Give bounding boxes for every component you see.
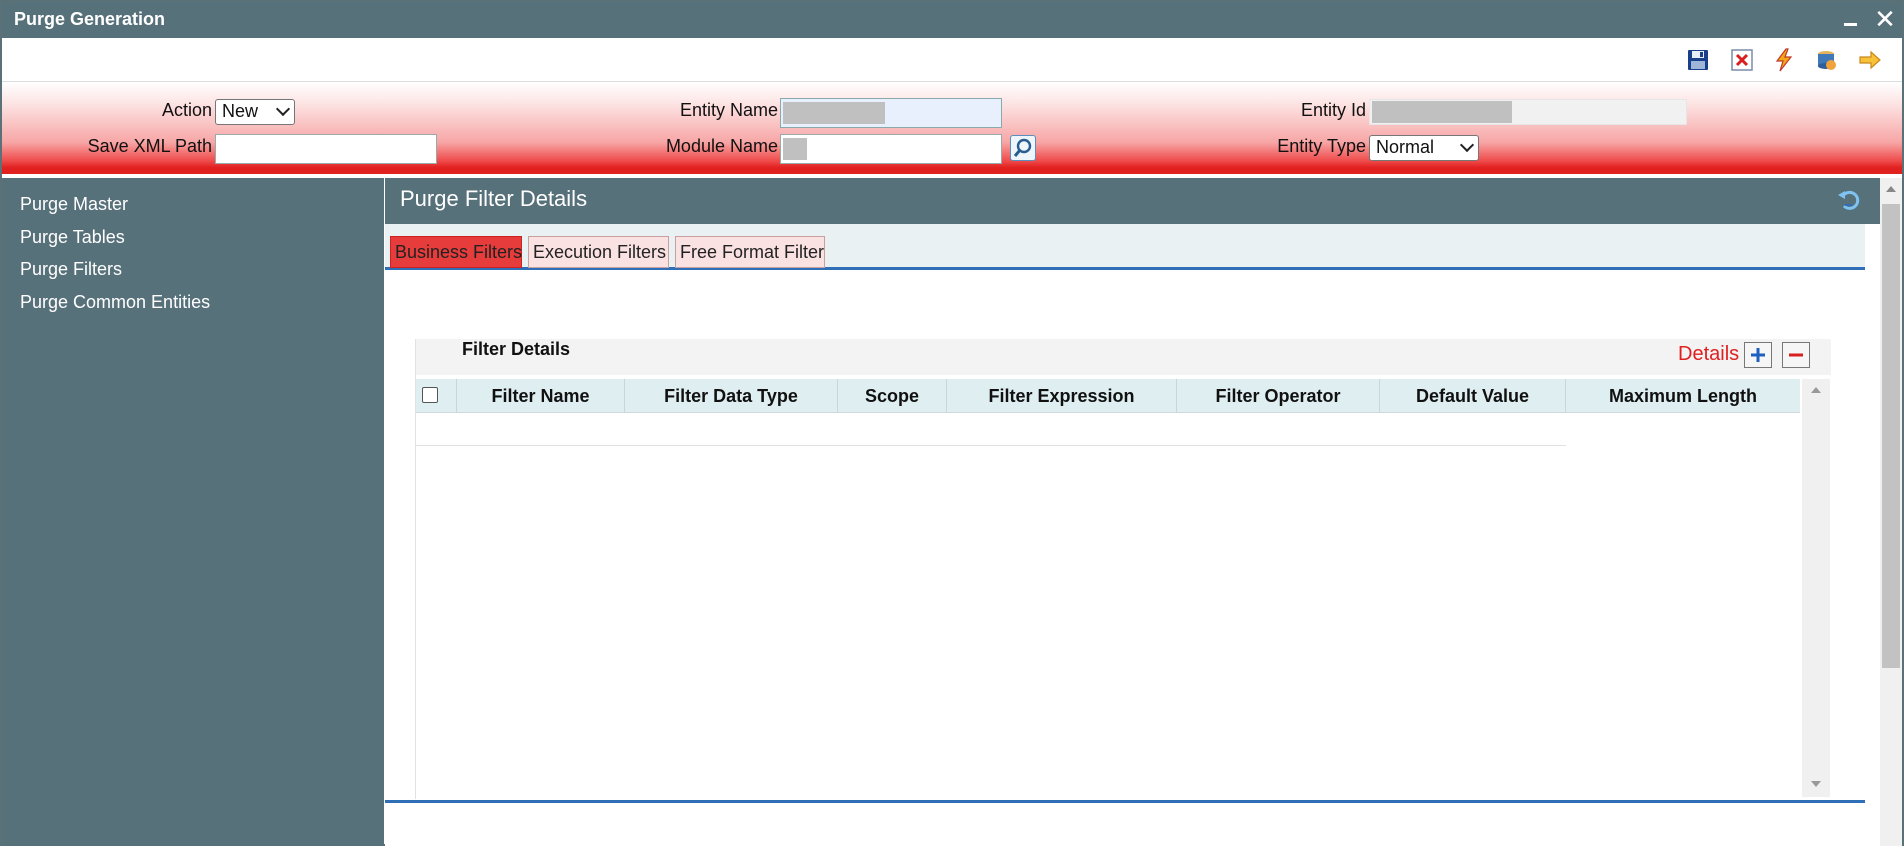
column-default-value[interactable]: Default Value bbox=[1379, 379, 1565, 413]
entity-id-label: Entity Id bbox=[1300, 100, 1366, 120]
save-xml-path-label: Save XML Path bbox=[87, 136, 212, 156]
header-divider bbox=[2, 168, 1902, 174]
details-link[interactable]: Details bbox=[1678, 343, 1739, 366]
purge-generation-window: Purge Generation ✕ Action New Save XML P… bbox=[0, 0, 1904, 846]
save-icon[interactable] bbox=[1686, 48, 1710, 72]
toolbar bbox=[2, 38, 1902, 82]
tabs-strip: Business Filters Execution Filters Free … bbox=[385, 224, 1865, 270]
sidebar-item-purge-common-entities[interactable]: Purge Common Entities bbox=[20, 292, 210, 313]
entity-name-label: Entity Name bbox=[679, 100, 778, 120]
tab-business-filters[interactable]: Business Filters bbox=[390, 236, 522, 268]
panel-bottom-divider bbox=[385, 800, 1865, 803]
remove-row-button[interactable] bbox=[1782, 342, 1810, 368]
column-filter-expression[interactable]: Filter Expression bbox=[946, 379, 1176, 413]
close-window-button[interactable]: ✕ bbox=[1872, 5, 1898, 33]
filter-grid-header: Filter Name Filter Data Type Scope Filte… bbox=[416, 379, 1800, 413]
minimize-button[interactable] bbox=[1840, 8, 1862, 30]
module-name-value-redacted bbox=[783, 138, 807, 160]
action-select-value: New bbox=[222, 101, 259, 121]
section-title: Purge Filter Details bbox=[400, 186, 588, 211]
refresh-icon[interactable] bbox=[1835, 186, 1863, 214]
select-all-column bbox=[416, 379, 456, 413]
module-name-label: Module Name bbox=[665, 136, 778, 156]
filter-details-panel: Filter Details Details Filter Name Filte… bbox=[415, 339, 1831, 799]
delete-icon[interactable] bbox=[1730, 48, 1754, 72]
header-form: Action New Save XML Path Entity Name Mod… bbox=[2, 82, 1902, 168]
scroll-down-icon[interactable] bbox=[1811, 781, 1821, 787]
main-scrollbar[interactable] bbox=[1880, 178, 1902, 846]
grid-scrollbar[interactable] bbox=[1802, 379, 1830, 797]
tab-free-format-filter[interactable]: Free Format Filter bbox=[675, 236, 825, 268]
sidebar-item-purge-filters[interactable]: Purge Filters bbox=[20, 259, 122, 280]
sidebar-item-purge-tables[interactable]: Purge Tables bbox=[20, 227, 125, 248]
entity-id-input bbox=[1369, 99, 1687, 125]
entity-name-value-redacted bbox=[783, 102, 885, 124]
entity-type-select[interactable]: Normal bbox=[1369, 135, 1479, 161]
chevron-down-icon bbox=[1459, 137, 1475, 153]
entity-id-value-redacted bbox=[1372, 101, 1512, 123]
entity-type-select-value: Normal bbox=[1376, 137, 1435, 157]
sidebar-item-purge-master[interactable]: Purge Master bbox=[20, 194, 128, 215]
table-row bbox=[416, 414, 1566, 446]
action-select[interactable]: New bbox=[215, 99, 295, 125]
database-icon[interactable] bbox=[1814, 48, 1838, 72]
column-filter-name[interactable]: Filter Name bbox=[456, 379, 624, 413]
column-scope[interactable]: Scope bbox=[837, 379, 946, 413]
module-lookup-button[interactable] bbox=[1010, 135, 1036, 161]
chevron-down-icon bbox=[275, 101, 291, 117]
column-filter-operator[interactable]: Filter Operator bbox=[1176, 379, 1379, 413]
title-bar: Purge Generation ✕ bbox=[2, 2, 1902, 38]
sidebar: Purge Master Purge Tables Purge Filters … bbox=[2, 178, 384, 846]
scrollbar-thumb[interactable] bbox=[1882, 204, 1900, 668]
main-content: Purge Filter Details Business Filters Ex… bbox=[385, 178, 1880, 846]
search-icon bbox=[1013, 138, 1032, 157]
scroll-up-icon[interactable] bbox=[1811, 387, 1821, 393]
filter-details-title: Filter Details bbox=[462, 339, 571, 359]
window-title: Purge Generation bbox=[14, 9, 166, 29]
section-header: Purge Filter Details bbox=[385, 178, 1880, 224]
module-name-input[interactable] bbox=[780, 134, 1002, 164]
entity-name-input[interactable] bbox=[780, 98, 1002, 128]
action-label: Action bbox=[161, 100, 212, 120]
minus-icon bbox=[1789, 353, 1803, 357]
scroll-up-icon[interactable] bbox=[1886, 186, 1896, 192]
filter-details-toolbar: Filter Details Details bbox=[416, 339, 1831, 375]
save-xml-path-input[interactable] bbox=[215, 134, 437, 164]
add-row-button[interactable] bbox=[1744, 342, 1772, 368]
plus-icon bbox=[1751, 348, 1765, 362]
exit-icon[interactable] bbox=[1858, 48, 1882, 72]
entity-type-label: Entity Type bbox=[1277, 136, 1366, 156]
select-all-checkbox[interactable] bbox=[422, 387, 438, 403]
column-filter-data-type[interactable]: Filter Data Type bbox=[624, 379, 837, 413]
execute-icon[interactable] bbox=[1772, 48, 1796, 72]
minimize-icon bbox=[1844, 23, 1857, 26]
column-maximum-length[interactable]: Maximum Length bbox=[1565, 379, 1800, 413]
tab-execution-filters[interactable]: Execution Filters bbox=[528, 236, 669, 268]
